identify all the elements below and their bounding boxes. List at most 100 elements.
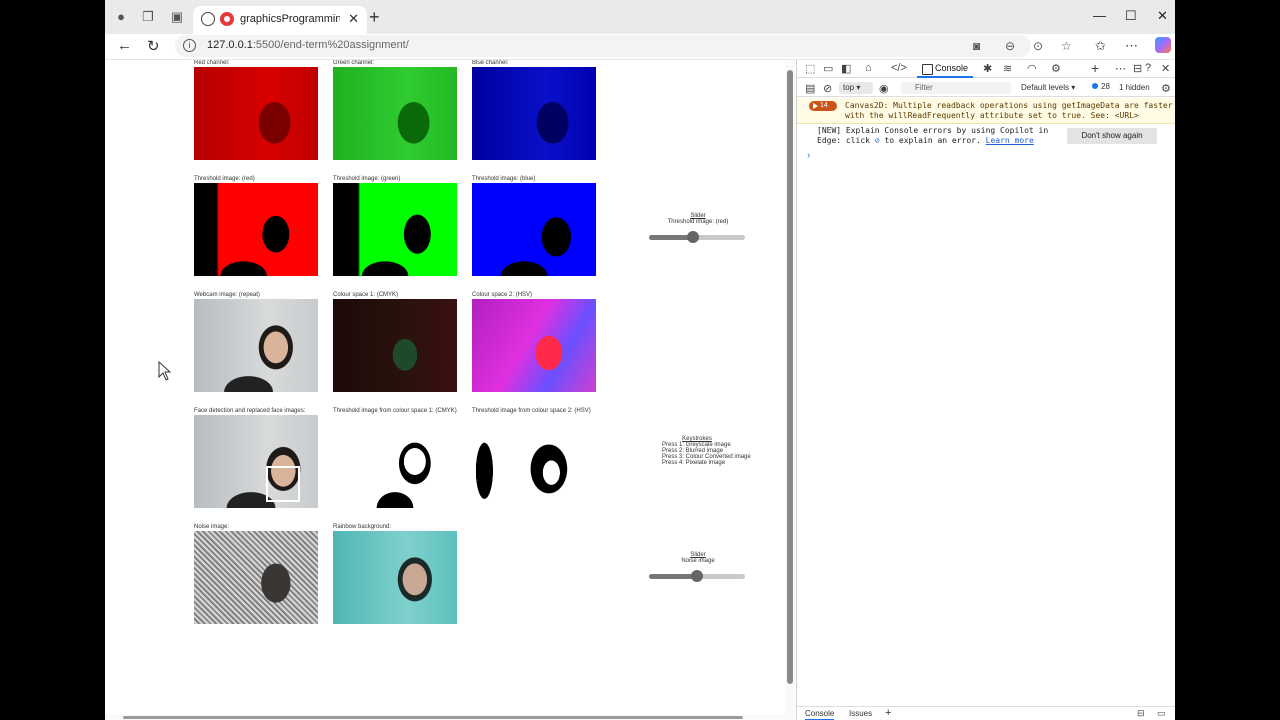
- drawer-close-icon[interactable]: ▭: [1157, 708, 1166, 719]
- red-channel-canvas: [194, 67, 318, 160]
- threshold-hsv-canvas: [472, 415, 596, 508]
- noise-canvas: [194, 531, 318, 624]
- device-emulation-icon[interactable]: ▭: [823, 62, 833, 75]
- favicon-icon: [220, 12, 234, 26]
- green-channel-canvas: [333, 67, 457, 160]
- refresh-icon[interactable]: ↻: [147, 37, 160, 55]
- close-tab-icon[interactable]: ✕: [348, 11, 359, 27]
- copilot-promo: [NEW] Explain Console errors by using Co…: [817, 126, 1057, 146]
- minimize-icon[interactable]: —: [1093, 8, 1106, 23]
- help-icon[interactable]: ?: [1145, 62, 1151, 74]
- face-detection-canvas: [194, 415, 318, 508]
- site-info-icon[interactable]: i: [183, 39, 196, 52]
- filter-input[interactable]: Filter: [901, 82, 1011, 94]
- learn-more-link[interactable]: Learn more: [986, 136, 1034, 145]
- add-drawer-tab-icon[interactable]: +: [885, 707, 891, 719]
- live-expression-eye-icon[interactable]: ◉: [879, 82, 889, 95]
- more-tabs-icon[interactable]: +: [1091, 60, 1099, 76]
- promo-line-2: Edge: click ⊘ to explain an error. Learn…: [817, 136, 1034, 145]
- performance-icon[interactable]: ◠: [1027, 62, 1037, 75]
- clear-console-icon[interactable]: ⊘: [823, 82, 832, 95]
- rainbow-canvas: [333, 531, 457, 624]
- hidden-count: 1 hidden: [1119, 83, 1150, 92]
- dock-icon[interactable]: ◧: [841, 62, 851, 75]
- warning-message: Canvas2D: Multiple readback operations u…: [845, 101, 1173, 120]
- maximize-icon[interactable]: ☐: [1125, 8, 1137, 24]
- slider-knob[interactable]: [687, 231, 699, 243]
- workspaces-icon[interactable]: ❐: [140, 9, 156, 25]
- slider-knob[interactable]: [691, 570, 703, 582]
- face-box: [266, 466, 300, 502]
- drawer-tab-issues[interactable]: Issues: [849, 709, 872, 718]
- cmyk-canvas: [333, 299, 457, 392]
- keystrokes-panel: Keystrokes Press 1: Greyscale image Pres…: [662, 436, 762, 466]
- devtools-tab-bar: ⬚ ▭ ◧ ⌂ </> Console ✱ ≋ ◠ ⚙ + ⋯ ⊟ ? ✕: [797, 60, 1175, 78]
- settings-more-icon[interactable]: ⋯: [1125, 38, 1138, 54]
- image-label: Colour space 1: (CMYK): [333, 292, 399, 298]
- devtools-panel: ⬚ ▭ ◧ ⌂ </> Console ✱ ≋ ◠ ⚙ + ⋯ ⊟ ? ✕ ▤ …: [796, 60, 1175, 720]
- settings-gear-icon[interactable]: ⚙: [1051, 62, 1061, 75]
- drawer-dock-icon[interactable]: ⊟: [1137, 708, 1145, 719]
- image-label: Threshold image: (red): [194, 176, 255, 182]
- threshold-slider[interactable]: [649, 231, 745, 243]
- page-horizontal-scrollbar[interactable]: [105, 714, 795, 720]
- sidebar-toggle-icon[interactable]: ▤: [805, 82, 815, 95]
- image-label: Red channel:: [194, 60, 230, 66]
- profile-icon[interactable]: ●: [113, 9, 129, 25]
- hsv-canvas: [472, 299, 596, 392]
- levels-dropdown[interactable]: Default levels ▾: [1021, 83, 1075, 92]
- zoom-icon[interactable]: ⊖: [1005, 39, 1015, 53]
- blue-channel-canvas: [472, 67, 596, 160]
- threshold-red-canvas: [194, 183, 318, 276]
- favorites-icon[interactable]: ✩: [1095, 38, 1106, 54]
- navigation-bar: ← ↻ i 127.0.0.1:5500/end-term%20assignme…: [105, 34, 1175, 60]
- image-label: Rainbow background:: [333, 524, 392, 530]
- console-settings-icon[interactable]: ⚙: [1161, 82, 1171, 95]
- sources-icon[interactable]: ✱: [983, 62, 992, 75]
- drawer-tab-console[interactable]: Console: [805, 709, 835, 720]
- issues-counter[interactable]: 28: [1092, 82, 1110, 91]
- image-label: Colour space 2: (HSV): [472, 292, 533, 298]
- close-window-icon[interactable]: ✕: [1157, 8, 1168, 24]
- browser-tab[interactable]: graphicsProgramming - Cou ✕: [193, 6, 367, 34]
- dont-show-again-button[interactable]: Don't show again: [1067, 128, 1157, 144]
- more-tools-icon[interactable]: ⊙: [1033, 39, 1043, 53]
- image-label: Blue channel:: [472, 60, 509, 66]
- image-label: Threshold image from colour space 1: (CM…: [333, 408, 457, 414]
- more-options-icon[interactable]: ⋯: [1115, 62, 1126, 75]
- tab-console[interactable]: Console: [917, 60, 973, 78]
- image-label: Green channel:: [333, 60, 375, 66]
- copilot-small-icon: ⊘: [874, 136, 880, 145]
- tab-actions-icon[interactable]: ▣: [169, 9, 185, 25]
- webcam-repeat-canvas: [194, 299, 318, 392]
- image-label: Threshold image: (blue): [472, 176, 536, 182]
- close-devtools-icon[interactable]: ✕: [1161, 62, 1170, 75]
- welcome-home-icon[interactable]: ⌂: [865, 62, 872, 74]
- slider-label: Threshold image: (red): [667, 219, 729, 225]
- address-bar[interactable]: i 127.0.0.1:5500/end-term%20assignment/ …: [175, 35, 1072, 57]
- context-selector[interactable]: top ▾: [839, 82, 873, 94]
- noise-slider[interactable]: [649, 570, 745, 582]
- slider-noise-panel: Slider Noise image: [650, 552, 746, 564]
- threshold-cmyk-canvas: [333, 415, 457, 508]
- camera-icon[interactable]: ◙: [973, 39, 980, 53]
- favorite-star-icon[interactable]: ☆: [1061, 39, 1072, 53]
- console-prompt-icon[interactable]: ›: [807, 150, 810, 161]
- image-label: Face detection and replaced face images:: [194, 408, 306, 414]
- customize-icon[interactable]: ⊟: [1133, 62, 1142, 75]
- network-icon[interactable]: ≋: [1003, 62, 1012, 75]
- globe-icon: [201, 12, 215, 26]
- copilot-icon[interactable]: [1155, 37, 1171, 53]
- image-label: Threshold image from colour space 2: (HS…: [472, 408, 591, 414]
- keystroke-item: Press 4: Pixelate image: [662, 460, 726, 466]
- console-warning[interactable]: 14 Canvas2D: Multiple readback operation…: [797, 98, 1175, 124]
- browser-window: ● ❐ ▣ graphicsProgramming - Cou ✕ + — ☐ …: [105, 0, 1175, 720]
- elements-tab-icon[interactable]: </>: [891, 62, 907, 74]
- back-icon[interactable]: ←: [117, 37, 132, 54]
- new-tab-icon[interactable]: +: [369, 7, 380, 28]
- page-vertical-scrollbar[interactable]: [785, 60, 795, 720]
- threshold-blue-canvas: [472, 183, 596, 276]
- url-text: 127.0.0.1:5500/end-term%20assignment/: [207, 39, 409, 51]
- warning-count-badge[interactable]: 14: [809, 101, 837, 111]
- inspect-icon[interactable]: ⬚: [805, 62, 815, 75]
